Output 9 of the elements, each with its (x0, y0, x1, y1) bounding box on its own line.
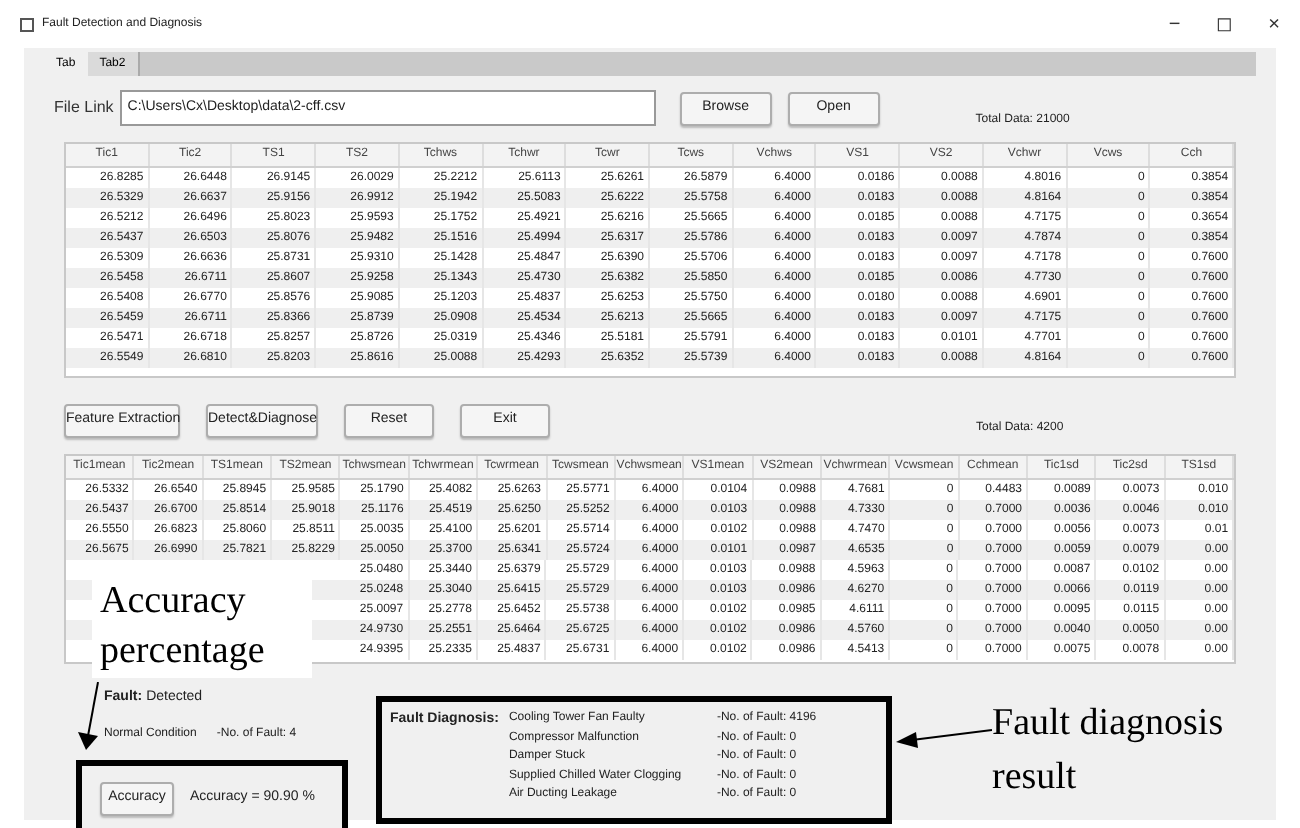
field-label: File Link (54, 96, 114, 120)
annotation-label: Fault diagnosis result (992, 700, 1226, 802)
window-control[interactable]: − (1168, 9, 1181, 39)
annotation-arrow (76, 682, 100, 750)
app-icon (20, 17, 34, 31)
annotation-label: Accuracy percentage (92, 574, 312, 678)
window-control[interactable]: ◻ (1216, 9, 1233, 39)
window-control[interactable]: × (1268, 9, 1280, 39)
annotation-arrow (896, 726, 992, 750)
